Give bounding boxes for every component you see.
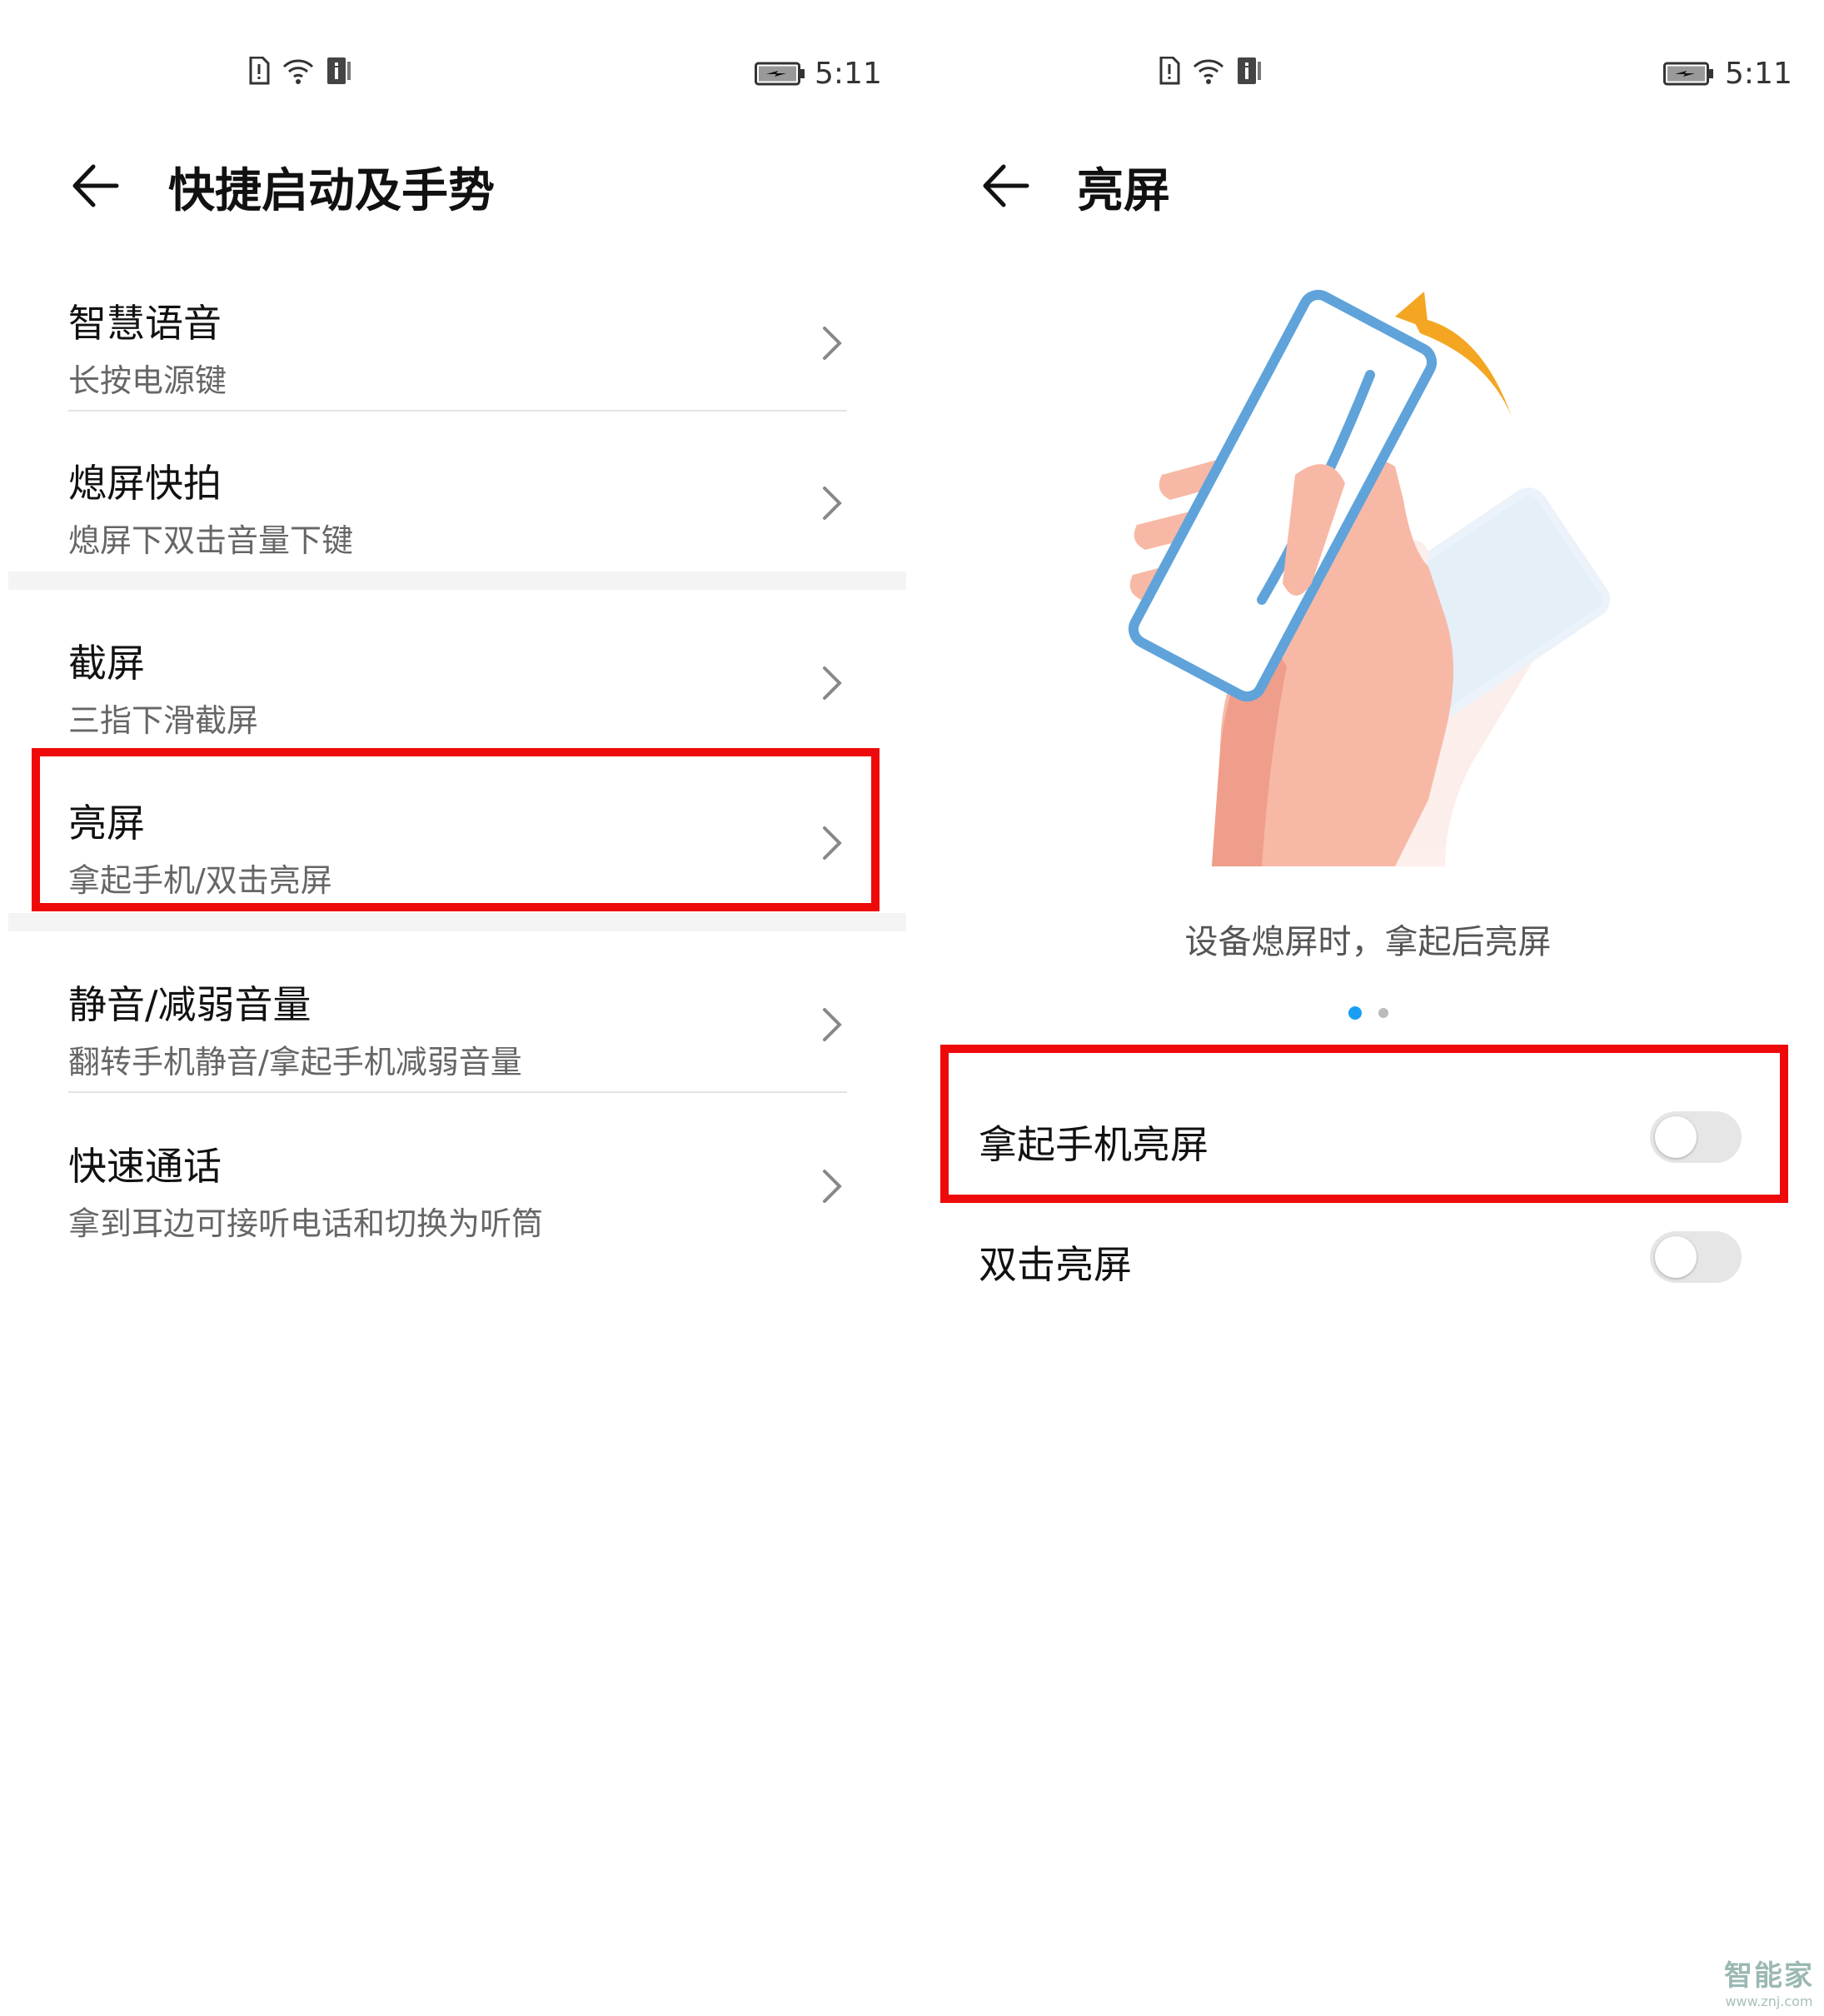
item-subtitle: 长按电源键 — [68, 362, 227, 399]
status-time: 5:11 — [1725, 57, 1792, 91]
page-title: 快捷启动及手势 — [168, 164, 495, 218]
back-arrow-icon[interactable] — [977, 157, 1035, 215]
left-screen: 5:11 快捷启动及手势 智慧语音 长按电源键 熄屏快拍 熄屏下双击音量下键 截… — [0, 0, 912, 2016]
switch-knob — [1655, 1236, 1697, 1278]
item-title: 熄屏快拍 — [68, 461, 222, 506]
info-icon — [1237, 57, 1262, 88]
pickup-phone-illustration — [1095, 283, 1728, 866]
page-dot — [1378, 1008, 1388, 1018]
back-arrow-icon[interactable] — [67, 157, 125, 215]
wifi-icon — [282, 57, 315, 88]
item-title: 快速通话 — [68, 1144, 222, 1189]
divider — [68, 410, 847, 412]
right-screen: 5:11 亮屏 设备熄屏时，拿起后亮屏 拿起手机亮屏 双击亮屏 智能家 www.… — [912, 0, 1824, 2016]
item-title: 静音/减弱音量 — [68, 982, 311, 1027]
item-subtitle: 三指下滑截屏 — [68, 702, 259, 739]
status-bar: 5:11 — [0, 52, 912, 98]
list-item-screenshot[interactable]: 截屏 三指下滑截屏 — [0, 608, 912, 765]
item-subtitle: 熄屏下双击音量下键 — [68, 522, 354, 559]
page-indicator — [912, 1006, 1824, 1020]
item-title: 截屏 — [68, 641, 145, 686]
section-gap — [8, 913, 906, 931]
illustration-caption: 设备熄屏时，拿起后亮屏 — [1184, 923, 1552, 961]
item-title: 智慧语音 — [68, 301, 222, 346]
item-subtitle: 翻转手机静音/拿起手机减弱音量 — [68, 1044, 522, 1080]
watermark-logo: 智能家 www.znj.com — [1724, 1953, 1814, 2009]
sim-alert-icon — [1159, 56, 1180, 88]
item-title: 亮屏 — [68, 801, 145, 846]
watermark-url: www.znj.com — [1725, 1994, 1813, 2009]
list-item-voice-assistant[interactable]: 智慧语音 长按电源键 — [0, 268, 912, 425]
divider — [68, 1091, 847, 1093]
toggle-row-pickup-wake[interactable]: 拿起手机亮屏 — [912, 1080, 1824, 1196]
status-time: 5:11 — [815, 57, 882, 91]
wifi-icon — [1192, 57, 1225, 88]
sim-alert-icon — [248, 56, 270, 88]
page-title: 亮屏 — [1077, 164, 1170, 218]
toggle-label: 拿起手机亮屏 — [979, 1122, 1209, 1167]
chevron-right-icon — [816, 1000, 850, 1050]
toggle-label: 双击亮屏 — [979, 1242, 1132, 1287]
app-bar: 快捷启动及手势 — [0, 142, 912, 225]
item-subtitle: 拿起手机/双击亮屏 — [68, 862, 332, 899]
chevron-right-icon — [816, 1161, 850, 1211]
chevron-right-icon — [816, 318, 850, 368]
battery-charging-icon — [755, 62, 806, 90]
pickup-wake-switch[interactable] — [1650, 1111, 1742, 1163]
chevron-right-icon — [816, 478, 850, 528]
chevron-right-icon — [816, 818, 850, 868]
section-gap — [8, 571, 906, 590]
watermark-name: 智能家 — [1724, 1959, 1814, 1993]
chevron-right-icon — [816, 658, 850, 708]
status-bar: 5:11 — [912, 52, 1824, 98]
list-item-mute-volume[interactable]: 静音/减弱音量 翻转手机静音/拿起手机减弱音量 — [0, 950, 912, 1106]
page-dot-active — [1348, 1006, 1362, 1020]
list-item-wake-screen[interactable]: 亮屏 拿起手机/双击亮屏 — [0, 768, 912, 925]
double-tap-wake-switch[interactable] — [1650, 1231, 1742, 1283]
item-subtitle: 拿到耳边可接听电话和切换为听筒 — [68, 1205, 544, 1242]
toggle-row-double-tap-wake[interactable]: 双击亮屏 — [912, 1200, 1824, 1316]
info-icon — [326, 57, 351, 88]
list-item-quick-call[interactable]: 快速通话 拿到耳边可接听电话和切换为听筒 — [0, 1111, 912, 1268]
app-bar: 亮屏 — [912, 142, 1824, 225]
list-item-screen-off-snapshot[interactable]: 熄屏快拍 熄屏下双击音量下键 — [0, 428, 912, 585]
switch-knob — [1655, 1116, 1697, 1158]
battery-charging-icon — [1663, 62, 1715, 90]
